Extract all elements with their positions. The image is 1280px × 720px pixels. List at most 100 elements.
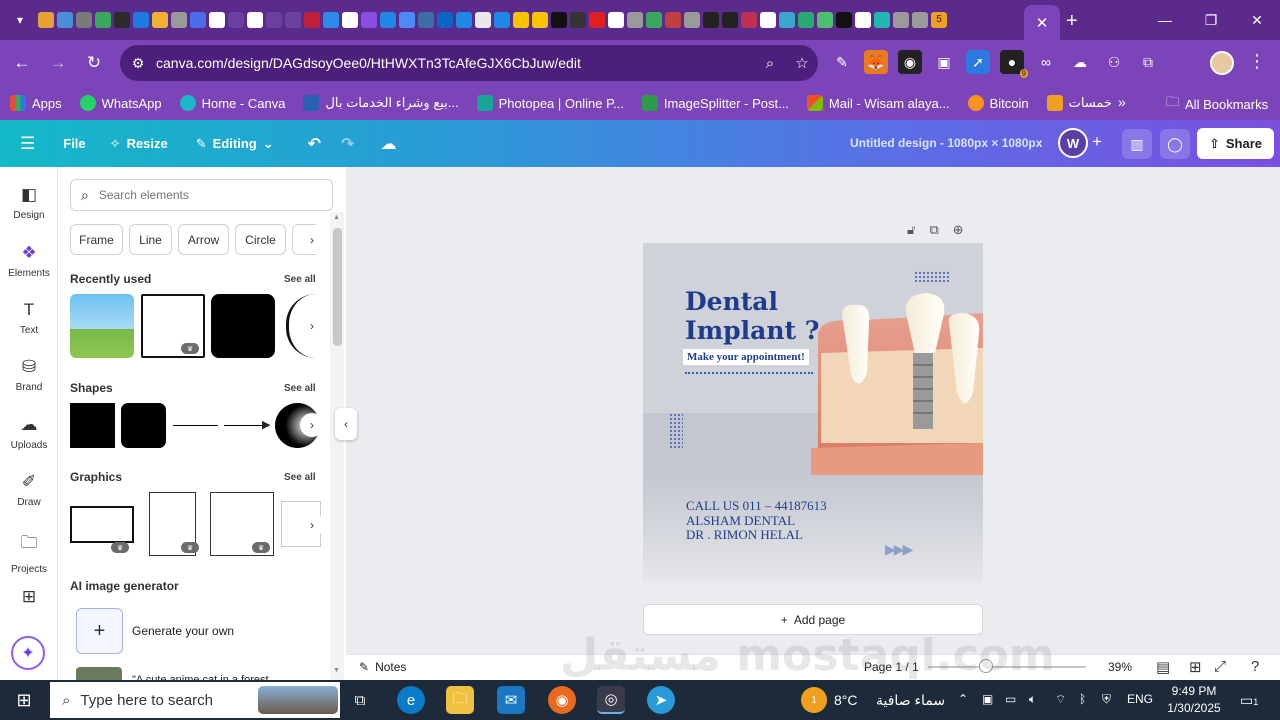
chip-circle[interactable]: Circle — [235, 224, 286, 255]
dot-pattern[interactable] — [914, 271, 950, 283]
close-window-icon[interactable]: ✕ — [1234, 0, 1280, 40]
battery-icon[interactable]: ▭ — [1005, 692, 1016, 706]
see-all-graphics[interactable]: See all — [284, 472, 316, 483]
lock-icon[interactable]: 🔓︎ — [907, 222, 915, 238]
tab-favicon[interactable] — [209, 12, 225, 28]
ai-example-thumbnail[interactable] — [76, 667, 122, 680]
graphics-next-icon[interactable]: › — [300, 513, 324, 537]
tab-badge[interactable]: 5 — [931, 12, 947, 28]
scroll-down-icon[interactable]: ▼ — [333, 667, 340, 674]
hamburger-menu-icon[interactable]: ☰ — [20, 134, 35, 154]
dot-pattern[interactable] — [669, 413, 683, 449]
puzzle-icon[interactable]: ⧉ — [1136, 50, 1160, 74]
chrome-icon[interactable]: ◎ — [597, 686, 625, 714]
tab-favicon[interactable] — [456, 12, 472, 28]
tab-favicon[interactable] — [152, 12, 168, 28]
tray-app-icon[interactable]: ▣ — [982, 692, 993, 706]
notes-button[interactable]: ✎ Notes — [359, 660, 406, 674]
restore-icon[interactable]: ❐ — [1188, 0, 1234, 40]
tab-favicon[interactable] — [608, 12, 624, 28]
duplicate-page-icon[interactable]: ⧉ — [929, 222, 938, 238]
tab-favicon[interactable] — [665, 12, 681, 28]
shapes-next-icon[interactable]: › — [300, 413, 324, 437]
tab-favicon[interactable] — [266, 12, 282, 28]
tab-favicon[interactable] — [779, 12, 795, 28]
more-menu-icon[interactable]: ⋮ — [1248, 51, 1266, 72]
tab-favicon[interactable] — [95, 12, 111, 28]
graphic-rect-frame[interactable] — [70, 506, 134, 543]
weather-text[interactable]: سماء صافية — [876, 692, 945, 709]
scroll-up-icon[interactable]: ▲ — [333, 214, 340, 221]
resize-button[interactable]: ✧ Resize — [110, 136, 168, 152]
rail-elements[interactable]: ❖ Elements — [0, 243, 58, 279]
panel-scroll-thumb[interactable] — [333, 228, 342, 346]
task-view-icon[interactable]: ⧉ — [346, 686, 374, 714]
tab-favicon[interactable] — [247, 12, 263, 28]
shape-square[interactable] — [70, 403, 115, 448]
fullscreen-icon[interactable]: ⤢ — [1214, 658, 1226, 675]
recent-sky-landscape-thumbnail[interactable] — [70, 294, 134, 358]
tab-search-icon[interactable]: ▾ — [6, 6, 34, 34]
undo-icon[interactable]: ↶ — [308, 134, 321, 154]
address-bar[interactable]: ⚙ canva.com/design/DAGdsoyOee0/HtHWXTn3T… — [120, 45, 818, 81]
tab-favicon[interactable] — [361, 12, 377, 28]
bookmark-bitcoin[interactable]: Bitcoin — [967, 95, 1029, 111]
more-bookmarks-icon[interactable]: » — [1118, 94, 1126, 110]
telegram-icon[interactable]: ➤ — [647, 686, 675, 714]
tab-favicon[interactable] — [589, 12, 605, 28]
tab-favicon[interactable] — [817, 12, 833, 28]
tab-favicon[interactable] — [855, 12, 871, 28]
chip-line[interactable]: Line — [129, 224, 172, 255]
ai-example-prompt[interactable]: "A cute anime cat in a forest — [132, 672, 269, 680]
dotted-divider[interactable] — [685, 372, 813, 374]
pen-extension-icon[interactable]: ✎ — [830, 50, 854, 74]
rail-uploads[interactable]: ☁ Uploads — [0, 415, 58, 451]
tab-favicon[interactable] — [532, 12, 548, 28]
rail-brand[interactable]: ⛁ Brand — [0, 357, 58, 393]
rail-projects[interactable]: 🗀 Projects — [0, 530, 58, 575]
search-input[interactable] — [98, 188, 299, 202]
metamask-icon[interactable]: 🦊 — [864, 50, 888, 74]
chevrons-decoration-icon[interactable]: ▶▶▶ — [885, 541, 913, 558]
forward-icon[interactable]: → — [40, 45, 76, 81]
search-highlight-image[interactable] — [258, 686, 338, 714]
design-contact-block[interactable]: CALL US 011 – 44187613 ALSHAM DENTAL DR … — [686, 498, 827, 543]
tab-favicon[interactable] — [342, 12, 358, 28]
chip-arrow[interactable]: Arrow — [178, 224, 229, 255]
temperature[interactable]: 8°C — [834, 692, 858, 708]
rail-design[interactable]: ◧ Design — [0, 185, 58, 221]
rail-apps[interactable]: ⊞ — [0, 587, 58, 612]
wifi-icon[interactable]: ⌔ — [1055, 692, 1066, 707]
redo-icon[interactable]: ↷ — [341, 134, 354, 154]
bookmark-khamsat[interactable]: خمسات — [1046, 95, 1112, 111]
show-hidden-icons[interactable]: ⌃ — [958, 692, 968, 706]
windows-start-icon[interactable]: ⊞ — [8, 689, 40, 711]
bluetooth-icon[interactable]: ᛒ — [1079, 692, 1086, 706]
share-button[interactable]: ⇧ Share — [1197, 128, 1274, 159]
language-indicator[interactable]: ENG — [1127, 692, 1153, 706]
recent-black-square-thumbnail[interactable] — [211, 294, 275, 358]
extension-icon[interactable]: ⚇ — [1102, 50, 1126, 74]
volume-icon[interactable]: 🔈︎ — [1029, 692, 1036, 707]
clock[interactable]: 9:49 PM 1/30/2025 — [1162, 683, 1226, 717]
tab-favicon[interactable] — [741, 12, 757, 28]
defender-icon[interactable]: ⛨ — [1102, 692, 1111, 707]
tab-favicon[interactable] — [57, 12, 73, 28]
insights-chart-icon[interactable]: ▥ — [1122, 129, 1152, 159]
tab-favicon[interactable] — [551, 12, 567, 28]
all-bookmarks-button[interactable]: 🗀 All Bookmarks — [1166, 93, 1268, 115]
infinity-icon[interactable]: ∞ — [1034, 50, 1058, 74]
rail-draw[interactable]: ✐ Draw — [0, 472, 58, 508]
invite-plus-icon[interactable]: + — [1092, 132, 1102, 152]
recent-next-icon[interactable]: › — [300, 314, 324, 338]
tab-favicon[interactable] — [399, 12, 415, 28]
help-icon[interactable]: ? — [1251, 658, 1259, 675]
rail-text[interactable]: T Text — [0, 300, 58, 336]
bookmark-whatsapp[interactable]: WhatsApp — [79, 95, 162, 111]
document-title[interactable]: Untitled design - 1080px × 1080px — [850, 136, 1042, 150]
tab-favicon[interactable] — [703, 12, 719, 28]
magic-sparkle-icon[interactable]: ✦ — [11, 636, 45, 670]
extension-icon[interactable]: ◉ — [898, 50, 922, 74]
zoom-percentage[interactable]: 39% — [1108, 660, 1132, 674]
tab-favicon[interactable] — [380, 12, 396, 28]
